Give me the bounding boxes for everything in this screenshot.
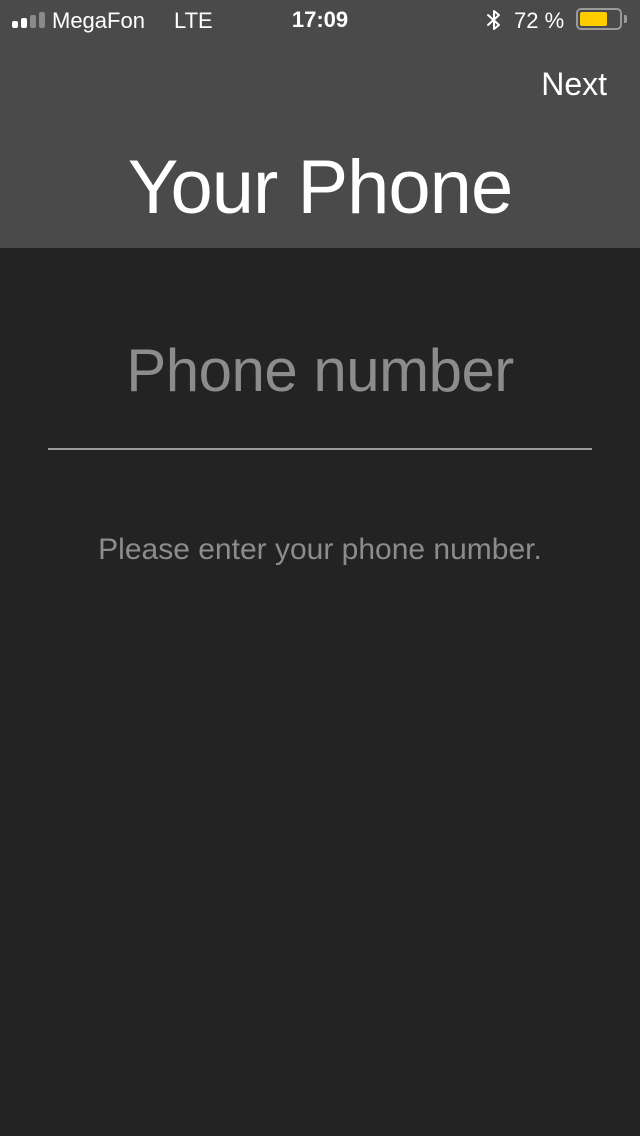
phone-number-input[interactable]: [48, 322, 592, 418]
next-button[interactable]: Next: [541, 64, 607, 104]
phone-hint-text: Please enter your phone number.: [98, 533, 542, 566]
bluetooth-icon: [487, 10, 500, 30]
battery-percent: 72 %: [514, 8, 565, 33]
battery-icon: [576, 8, 622, 30]
header: MegaFon LTE 17:09 72 % Next Your Phone: [0, 0, 640, 248]
battery-tip: [624, 15, 627, 23]
battery-level-fill: [580, 12, 607, 26]
phone-entry-screen: MegaFon LTE 17:09 72 % Next Your Phone P…: [0, 0, 640, 1136]
status-bar: MegaFon LTE 17:09 72 %: [0, 0, 640, 40]
page-title: Your Phone: [127, 145, 513, 230]
input-underline: [48, 448, 592, 450]
